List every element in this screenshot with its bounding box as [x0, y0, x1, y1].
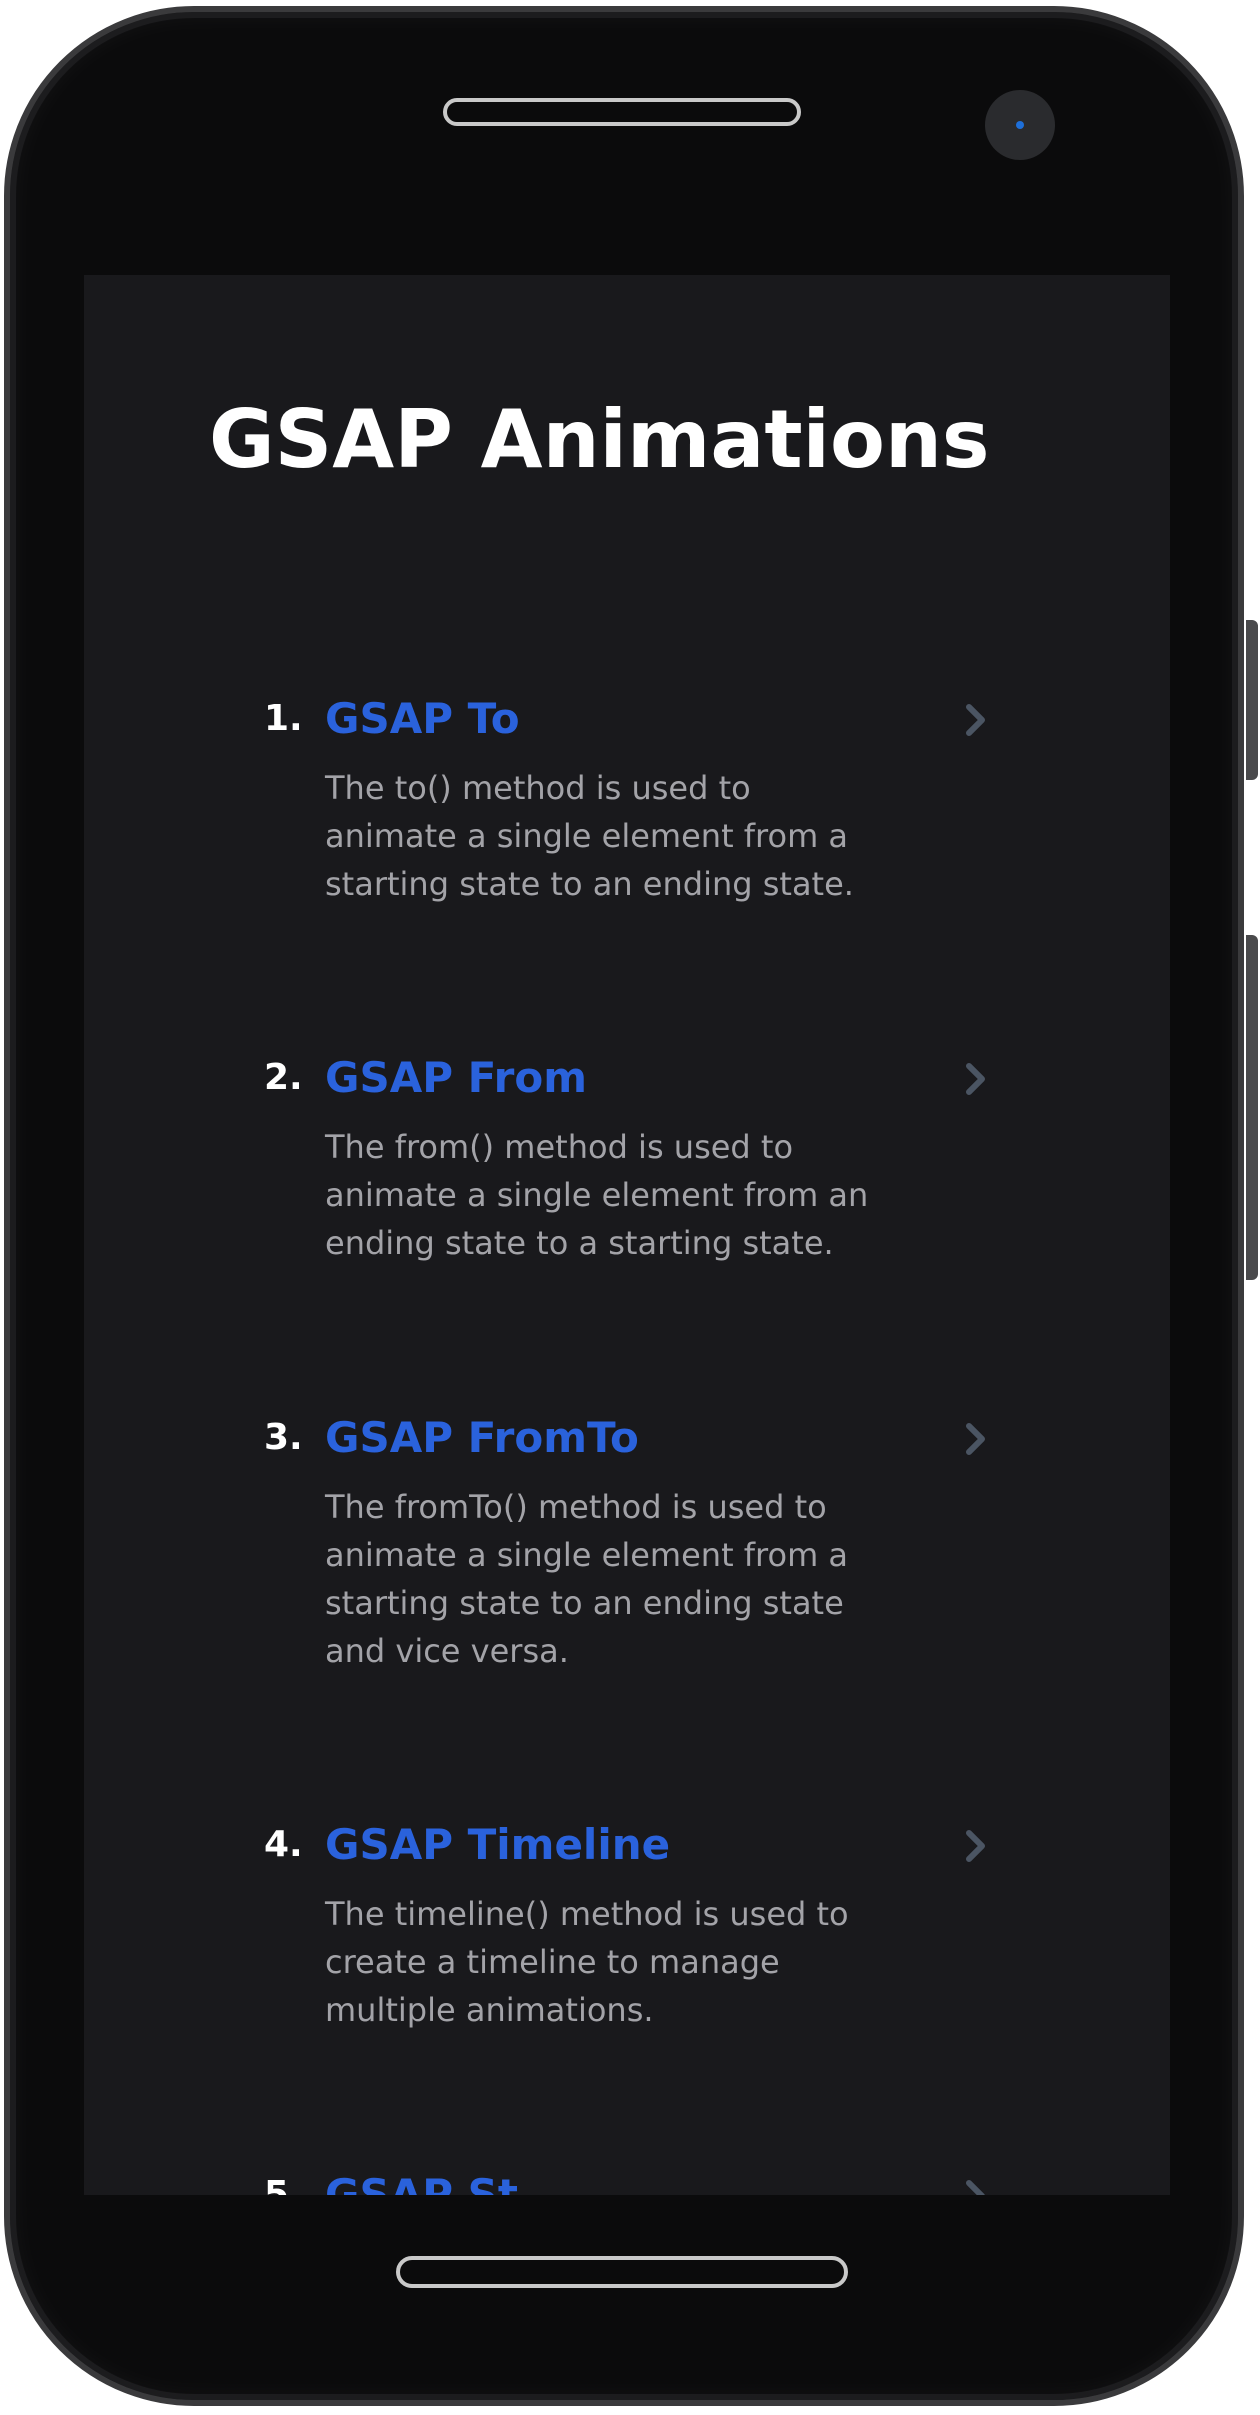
power-button: [1246, 935, 1258, 1280]
item-number: 5.: [264, 2174, 303, 2195]
volume-button: [1246, 620, 1258, 780]
item-description: The to() method is used to animate a sin…: [325, 769, 854, 903]
item-number: 2.: [264, 1057, 303, 1098]
item-description: The from() method is used to animate a s…: [325, 1128, 869, 1262]
chevron-right-icon[interactable]: [955, 1059, 995, 1099]
camera-lens: [1016, 121, 1024, 129]
item-title[interactable]: GSAP Timeline: [325, 1822, 670, 1868]
chevron-right-icon[interactable]: [955, 1826, 995, 1866]
item-description: The timeline() method is used to create …: [325, 1895, 849, 2029]
item-description: The fromTo() method is used to animate a…: [325, 1488, 849, 1670]
item-title[interactable]: GSAP To: [325, 696, 520, 742]
camera-icon: [985, 90, 1055, 160]
chevron-right-icon[interactable]: [955, 1419, 995, 1459]
chevron-right-icon[interactable]: [955, 2176, 995, 2195]
item-number: 3.: [264, 1417, 303, 1458]
item-number: 4.: [264, 1824, 303, 1865]
app-screen: GSAP Animations 1. GSAP To The to() meth…: [84, 275, 1170, 2195]
earpiece-speaker: [443, 98, 801, 126]
item-title[interactable]: GSAP St: [325, 2172, 518, 2196]
chevron-right-icon[interactable]: [955, 700, 995, 740]
bottom-speaker: [396, 2256, 848, 2288]
item-number: 1.: [264, 698, 303, 739]
page-title: GSAP Animations: [209, 393, 990, 486]
item-title[interactable]: GSAP FromTo: [325, 1415, 639, 1461]
item-title[interactable]: GSAP From: [325, 1055, 587, 1101]
